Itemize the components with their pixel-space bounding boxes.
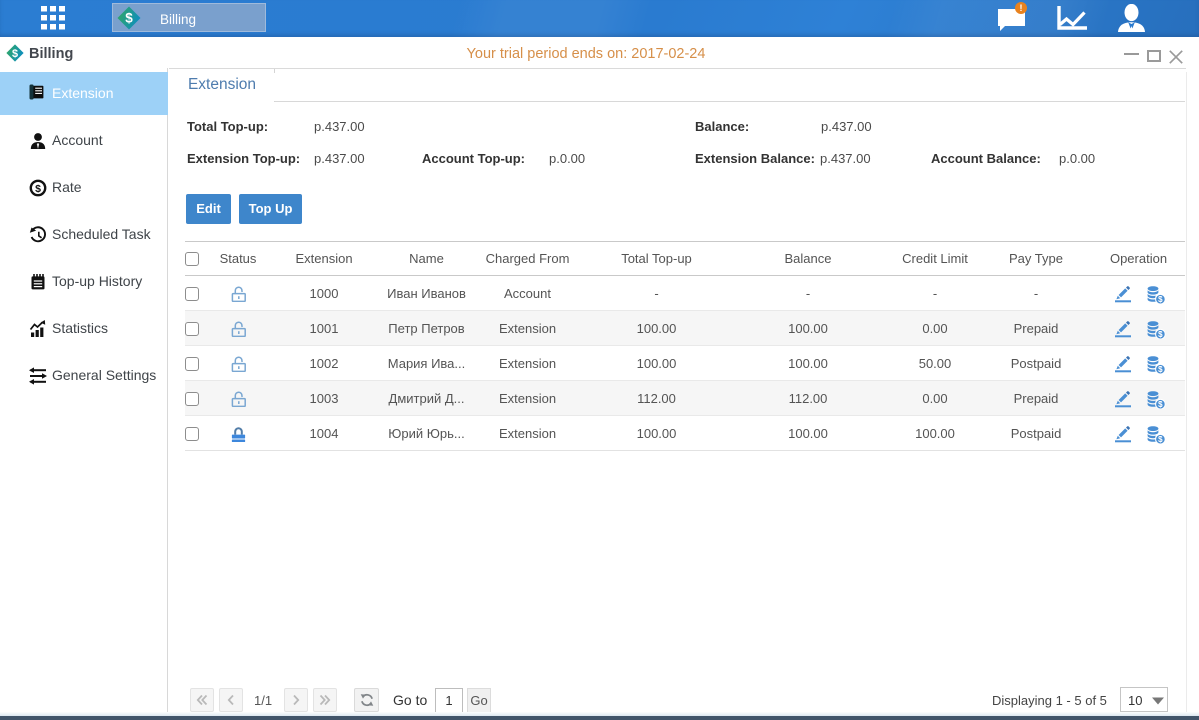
svg-text:$: $ (12, 48, 18, 60)
svg-text:$: $ (125, 11, 133, 26)
svg-text:$: $ (35, 183, 41, 195)
